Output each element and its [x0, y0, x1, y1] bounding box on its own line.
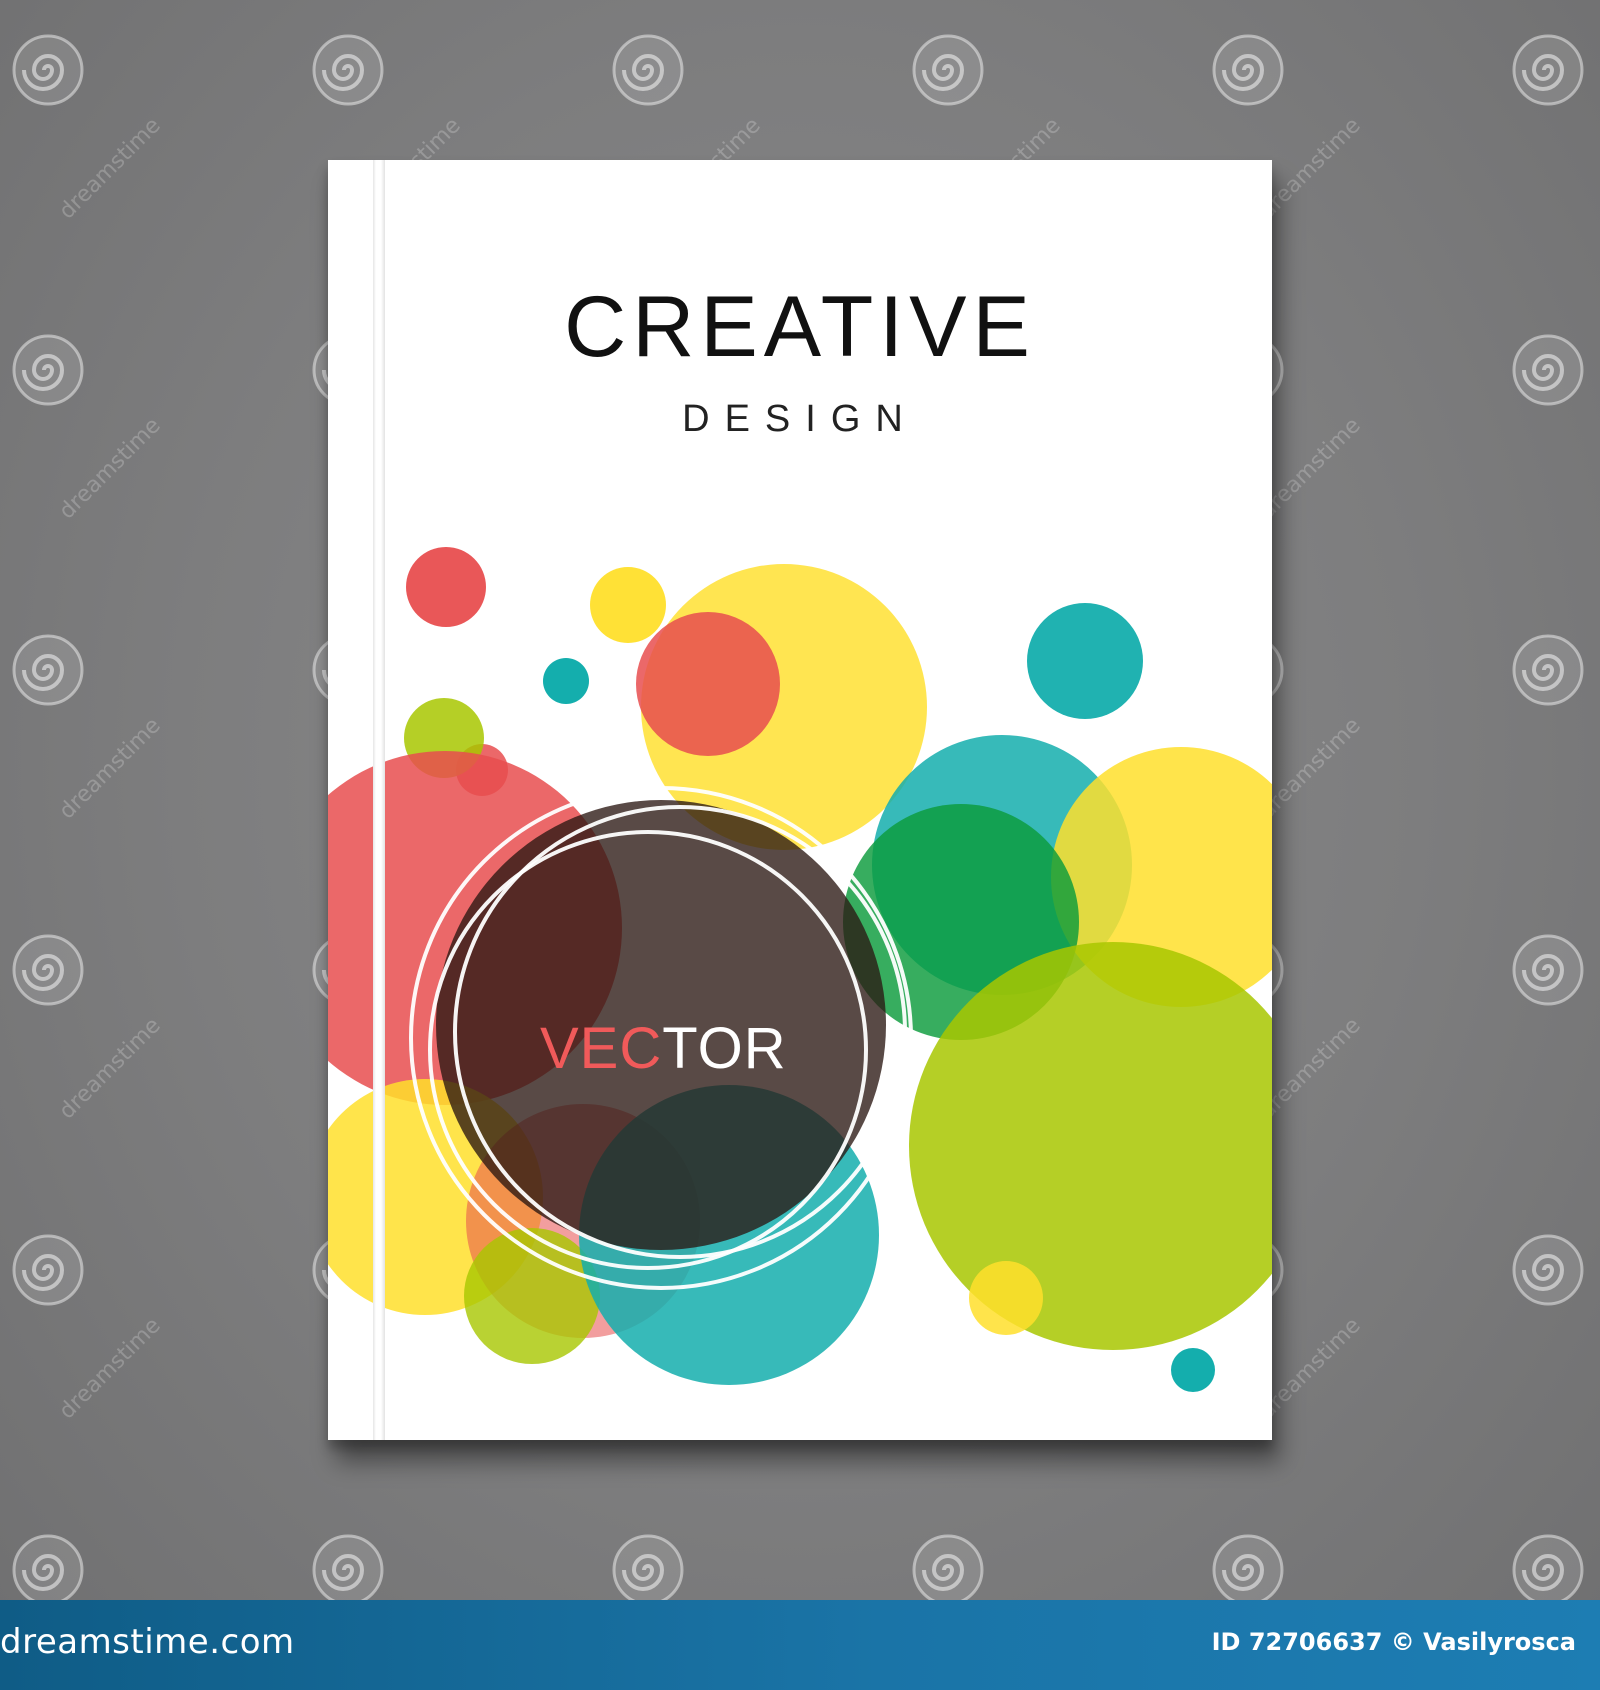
bubble-red-mid-top	[636, 612, 780, 756]
swirl-logo-icon	[1512, 1234, 1584, 1306]
book-cover: CREATIVE DESIGN VECTOR	[328, 160, 1272, 1440]
bubble-teal-tiny-bottom	[1171, 1348, 1215, 1392]
watermark-text: dreamstime	[55, 713, 166, 824]
watermark-text: dreamstime	[55, 1313, 166, 1424]
swirl-logo-icon	[312, 34, 384, 106]
image-id-credit: ID 72706637 © Vasilyrosca	[1211, 1628, 1576, 1656]
bubble-teal-tiny	[543, 658, 589, 704]
swirl-logo-icon	[1512, 634, 1584, 706]
badge-label-highlight: VEC	[540, 1016, 663, 1081]
swirl-logo-icon	[1512, 334, 1584, 406]
bubble-teal-top-right	[1027, 603, 1143, 719]
bubble-yellow-tiny-bottom	[969, 1261, 1043, 1335]
swirl-logo-icon	[12, 334, 84, 406]
swirl-logo-icon	[12, 1534, 84, 1600]
swirl-logo-icon	[312, 1534, 384, 1600]
swirl-logo-icon	[912, 1534, 984, 1600]
watermark-text: dreamstime	[55, 113, 166, 224]
badge-label: VECTOR	[540, 1015, 787, 1082]
swirl-logo-icon	[912, 34, 984, 106]
swirl-logo-icon	[612, 34, 684, 106]
swirl-logo-icon	[12, 1234, 84, 1306]
swirl-logo-icon	[12, 634, 84, 706]
footer-bar: dreamstime.com ID 72706637 © Vasilyrosca	[0, 1600, 1600, 1690]
watermark-text: dreamstime	[55, 413, 166, 524]
swirl-logo-icon	[1512, 34, 1584, 106]
watermark-text: dreamstime	[55, 1013, 166, 1124]
swirl-logo-icon	[1512, 1534, 1584, 1600]
bubble-small-yellow	[590, 567, 666, 643]
bubble-red-small-top	[406, 547, 486, 627]
swirl-logo-icon	[612, 1534, 684, 1600]
swirl-logo-icon	[1512, 934, 1584, 1006]
cover-subtitle: DESIGN	[682, 398, 918, 440]
swirl-logo-icon	[1212, 1534, 1284, 1600]
swirl-logo-icon	[1212, 34, 1284, 106]
footer-logo: dreamstime.com	[0, 1622, 295, 1662]
stock-image: dreamstime dreamstime dreamstime dreamstime…	[0, 0, 1600, 1690]
swirl-logo-icon	[12, 934, 84, 1006]
badge-label-rest: TOR	[662, 1016, 787, 1081]
cover-title: CREATIVE	[564, 279, 1036, 375]
swirl-logo-icon	[12, 34, 84, 106]
